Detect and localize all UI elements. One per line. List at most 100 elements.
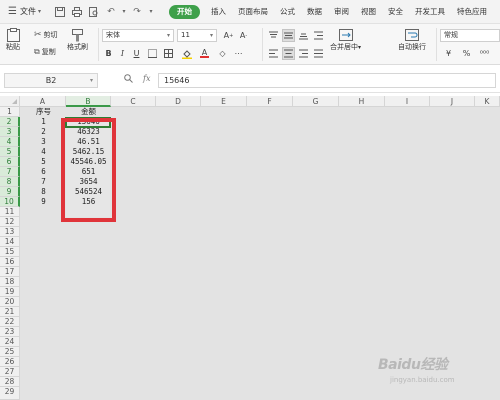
row-header-12[interactable]: 12 bbox=[0, 217, 20, 227]
align-right-icon[interactable] bbox=[297, 47, 310, 60]
row-header-10[interactable]: 10 bbox=[0, 197, 20, 207]
row-header-21[interactable]: 21 bbox=[0, 307, 20, 317]
save-icon[interactable] bbox=[53, 5, 67, 19]
row-header-8[interactable]: 8 bbox=[0, 177, 20, 187]
cell-a3[interactable]: 2 bbox=[21, 127, 66, 137]
align-center-icon[interactable] bbox=[282, 47, 295, 60]
row-header-28[interactable]: 28 bbox=[0, 377, 20, 387]
borders-icon[interactable] bbox=[146, 47, 159, 60]
row-header-15[interactable]: 15 bbox=[0, 247, 20, 257]
eraser-icon[interactable]: ◇ bbox=[216, 47, 229, 60]
column-header-b[interactable]: B bbox=[66, 96, 111, 107]
tab-security[interactable]: 安全 bbox=[382, 0, 409, 24]
column-header-j[interactable]: J bbox=[430, 96, 475, 107]
more-icon[interactable]: ⋯ bbox=[232, 47, 245, 60]
cell-a9[interactable]: 8 bbox=[21, 187, 66, 197]
row-header-4[interactable]: 4 bbox=[0, 137, 20, 147]
row-header-23[interactable]: 23 bbox=[0, 327, 20, 337]
cell-a5[interactable]: 4 bbox=[21, 147, 66, 157]
formula-input[interactable]: 15646 bbox=[158, 73, 496, 88]
tab-view[interactable]: 视图 bbox=[355, 0, 382, 24]
font-name-select[interactable]: 宋体 ▾ bbox=[102, 29, 174, 42]
copy-button[interactable]: ⧉ 复制 bbox=[34, 47, 56, 57]
number-format-select[interactable]: 常规 bbox=[440, 29, 500, 42]
row-header-9[interactable]: 9 bbox=[0, 187, 20, 197]
merge-center-button[interactable]: 合并居中▾ bbox=[330, 28, 361, 52]
format-painter-button[interactable]: 格式刷 bbox=[67, 28, 88, 52]
zoom-icon[interactable] bbox=[124, 74, 133, 86]
column-header-f[interactable]: F bbox=[247, 96, 293, 107]
row-header-11[interactable]: 11 bbox=[0, 207, 20, 217]
qa-dropdown-icon[interactable]: ▾ bbox=[147, 5, 155, 19]
column-header-g[interactable]: G bbox=[293, 96, 339, 107]
row-header-5[interactable]: 5 bbox=[0, 147, 20, 157]
row-header-20[interactable]: 20 bbox=[0, 297, 20, 307]
row-header-7[interactable]: 7 bbox=[0, 167, 20, 177]
font-color-icon[interactable]: A bbox=[198, 47, 211, 60]
cell-a6[interactable]: 5 bbox=[21, 157, 66, 167]
row-header-26[interactable]: 26 bbox=[0, 357, 20, 367]
tab-home[interactable]: 开始 bbox=[168, 4, 200, 19]
row-header-18[interactable]: 18 bbox=[0, 277, 20, 287]
column-header-h[interactable]: H bbox=[339, 96, 385, 107]
column-header-i[interactable]: I bbox=[385, 96, 430, 107]
cell-a2[interactable]: 1 bbox=[21, 117, 66, 127]
cell-a8[interactable]: 7 bbox=[21, 177, 66, 187]
row-header-3[interactable]: 3 bbox=[0, 127, 20, 137]
italic-icon[interactable]: I bbox=[116, 47, 129, 60]
redo-icon[interactable]: ↷ bbox=[130, 5, 144, 19]
tab-page-layout[interactable]: 页面布局 bbox=[232, 0, 274, 24]
print-icon[interactable] bbox=[70, 5, 84, 19]
justify-icon[interactable] bbox=[312, 47, 325, 60]
shrink-font-icon[interactable]: A- bbox=[237, 29, 250, 42]
row-header-6[interactable]: 6 bbox=[0, 157, 20, 167]
cell-a10[interactable]: 9 bbox=[21, 197, 66, 207]
cell-b1[interactable]: 金额 bbox=[66, 107, 111, 117]
tab-data[interactable]: 数据 bbox=[301, 0, 328, 24]
align-left-icon[interactable] bbox=[267, 47, 280, 60]
file-menu[interactable]: ☰ 文件 ▾ bbox=[0, 0, 47, 24]
fill-color-icon[interactable] bbox=[180, 47, 193, 60]
tab-developer[interactable]: 开发工具 bbox=[409, 0, 451, 24]
function-icon[interactable]: fx bbox=[143, 74, 150, 83]
row-header-14[interactable]: 14 bbox=[0, 237, 20, 247]
row-header-2[interactable]: 2 bbox=[0, 117, 20, 127]
font-size-select[interactable]: 11 ▾ bbox=[177, 29, 217, 42]
undo-dropdown-icon[interactable]: ▾ bbox=[121, 5, 127, 19]
tab-special[interactable]: 特色应用 bbox=[451, 0, 493, 24]
print-preview-icon[interactable] bbox=[87, 5, 101, 19]
column-header-c[interactable]: C bbox=[111, 96, 156, 107]
row-header-27[interactable]: 27 bbox=[0, 367, 20, 377]
underline-icon[interactable]: U bbox=[130, 47, 143, 60]
column-header-e[interactable]: E bbox=[201, 96, 247, 107]
row-header-29[interactable]: 29 bbox=[0, 387, 20, 400]
wrap-text-button[interactable]: 自动换行 bbox=[398, 28, 426, 52]
row-header-17[interactable]: 17 bbox=[0, 267, 20, 277]
column-header-a[interactable]: A bbox=[20, 96, 66, 107]
tab-review[interactable]: 审阅 bbox=[328, 0, 355, 24]
paste-button[interactable]: 粘贴 bbox=[5, 28, 21, 52]
tab-insert[interactable]: 插入 bbox=[205, 0, 232, 24]
row-header-1[interactable]: 1 bbox=[0, 107, 20, 117]
indent-icon[interactable] bbox=[312, 29, 325, 42]
row-header-25[interactable]: 25 bbox=[0, 347, 20, 357]
currency-icon[interactable]: ¥ bbox=[442, 47, 455, 60]
comma-style-icon[interactable]: ⁰⁰⁰ bbox=[478, 47, 491, 60]
align-bottom-icon[interactable] bbox=[297, 29, 310, 42]
row-header-16[interactable]: 16 bbox=[0, 257, 20, 267]
tab-formulas[interactable]: 公式 bbox=[274, 0, 301, 24]
row-header-24[interactable]: 24 bbox=[0, 337, 20, 347]
select-all-corner[interactable] bbox=[0, 96, 20, 107]
row-header-22[interactable]: 22 bbox=[0, 317, 20, 327]
cell-a7[interactable]: 6 bbox=[21, 167, 66, 177]
column-header-d[interactable]: D bbox=[156, 96, 201, 107]
percent-icon[interactable]: % bbox=[460, 47, 473, 60]
name-box[interactable]: B2 ▾ bbox=[4, 73, 98, 88]
undo-icon[interactable]: ↶ bbox=[104, 5, 118, 19]
align-middle-icon[interactable] bbox=[282, 29, 295, 42]
grid-icon[interactable] bbox=[162, 47, 175, 60]
cell-a4[interactable]: 3 bbox=[21, 137, 66, 147]
cut-button[interactable]: ✂ 剪切 bbox=[34, 30, 58, 40]
grow-font-icon[interactable]: A + bbox=[222, 29, 235, 42]
bold-icon[interactable]: B bbox=[102, 47, 115, 60]
